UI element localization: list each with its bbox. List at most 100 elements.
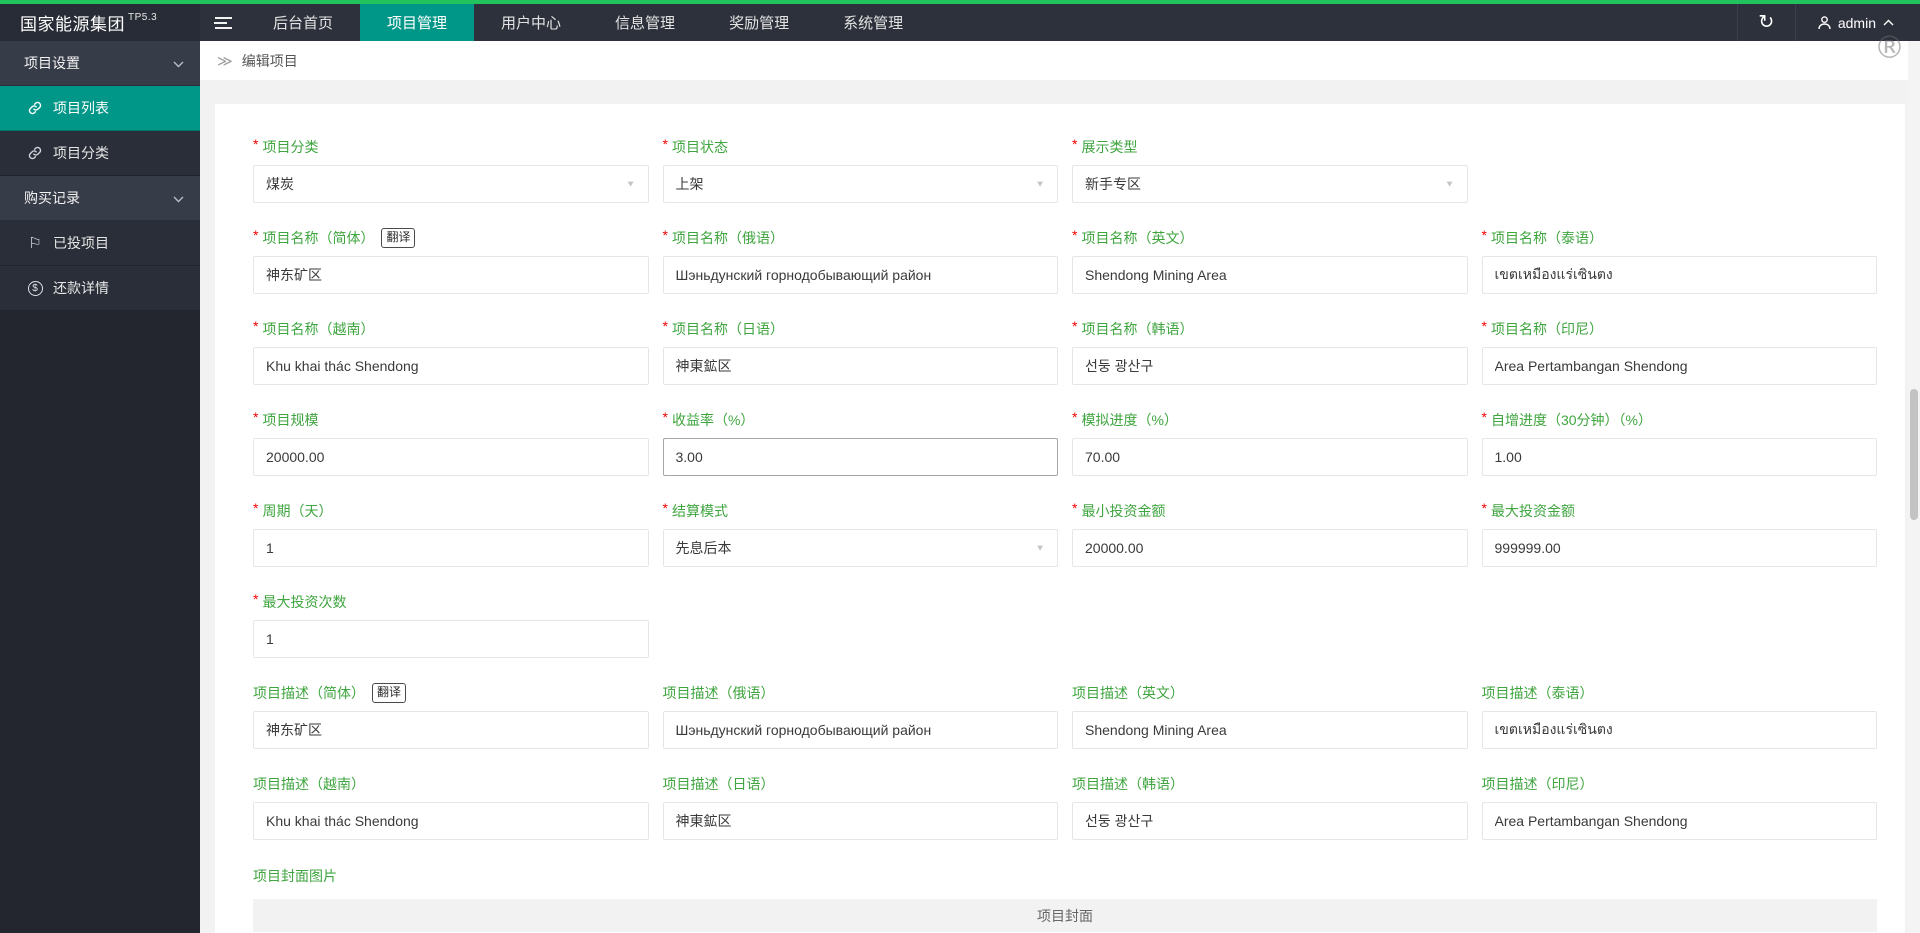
form-field: 项目描述（日语） — [662, 775, 1058, 840]
sidebar-item-label: 还款详情 — [53, 280, 109, 296]
main-content: ≫ 编辑项目 * 项目分类 煤炭 ▼ * 项目状态 上架 ▼ * 展示类型 新手专区 ▼ * 项目名称（简… — [200, 41, 1920, 933]
field-label-text: 项目名称（越南） — [262, 321, 375, 337]
required-asterisk: * — [253, 591, 259, 607]
nav-item-home[interactable]: 后台首页 — [246, 4, 360, 41]
project-category-select[interactable]: 煤炭 ▼ — [253, 165, 649, 203]
edit-project-form: *项目分类煤炭▼*项目状态上架▼*展示类型新手专区▼*项目名称（简体）翻译*项目… — [253, 136, 1878, 840]
sidebar-group-purchase-records[interactable]: 购买记录 — [0, 176, 200, 221]
form-field: * 项目名称（简体） 翻译 — [253, 227, 649, 294]
scrollbar-thumb[interactable] — [1910, 389, 1918, 520]
form-field: * 最大投资金额 — [1481, 500, 1878, 567]
project-name-id-input[interactable] — [1481, 347, 1877, 385]
field-label: * 最小投资金额 — [1072, 500, 1468, 520]
form-field: * 项目名称（印尼） — [1481, 318, 1877, 385]
chevron-down-icon — [173, 55, 184, 71]
translate-button[interactable]: 翻译 — [381, 228, 416, 248]
project-desc-en-input[interactable] — [1072, 711, 1468, 749]
field-label-text: 项目名称（日语） — [671, 321, 784, 337]
sidebar-item-project-category[interactable]: 项目分类 — [0, 131, 200, 176]
max-invest-amount-input[interactable] — [1481, 529, 1877, 567]
app-logo-text: 国家能源集团 — [20, 15, 125, 34]
app-logo: 国家能源集团 TP5.3 — [0, 4, 200, 41]
project-desc-th-input[interactable] — [1481, 711, 1877, 749]
form-field: * 结算模式 先息后本 ▼ — [662, 500, 1058, 567]
project-name-th-input[interactable] — [1481, 256, 1877, 294]
form-field: 项目描述（简体） 翻译 — [253, 683, 649, 749]
sidebar-item-project-list[interactable]: 项目列表 — [0, 86, 200, 131]
sim-progress-input[interactable] — [1072, 438, 1468, 476]
project-name-zh-input[interactable] — [253, 256, 649, 294]
menu-toggle-icon[interactable] — [200, 4, 246, 41]
nav-item-user-center[interactable]: 用户中心 — [474, 4, 588, 41]
project-name-ja-input[interactable] — [662, 347, 1058, 385]
breadcrumb: ≫ 编辑项目 — [200, 41, 1920, 80]
form-field: 项目描述（泰语） — [1481, 684, 1877, 749]
max-invest-times-input[interactable] — [253, 620, 649, 658]
nav-item-project-management[interactable]: 项目管理 — [360, 4, 475, 41]
field-label-text: 展示类型 — [1081, 139, 1138, 155]
select-value: 新手专区 — [1085, 176, 1141, 192]
required-asterisk: * — [662, 409, 668, 425]
settlement-mode-select[interactable]: 先息后本 ▼ — [662, 529, 1058, 567]
select-value: 先息后本 — [675, 540, 732, 556]
project-desc-ko-input[interactable] — [1072, 802, 1468, 840]
sidebar-item-repayment-details[interactable]: $ 还款详情 — [0, 266, 200, 311]
project-desc-zh-input[interactable] — [253, 711, 649, 749]
project-desc-vi-input[interactable] — [253, 802, 649, 840]
project-scale-input[interactable] — [253, 438, 649, 476]
yield-rate-input[interactable] — [662, 438, 1058, 476]
nav-item-system-management[interactable]: 系统管理 — [816, 4, 930, 41]
form-field: * 项目名称（英文） — [1072, 227, 1468, 294]
field-label-text: 项目描述（印尼） — [1481, 776, 1594, 792]
sidebar-group-project-settings[interactable]: 项目设置 — [0, 41, 200, 86]
project-status-select[interactable]: 上架 ▼ — [662, 165, 1058, 203]
double-chevron-icon: ≫ — [217, 52, 233, 70]
required-asterisk: * — [662, 318, 668, 334]
form-field: * 项目名称（韩语） — [1072, 318, 1468, 385]
project-name-en-input[interactable] — [1072, 256, 1468, 294]
form-row: *项目名称（越南）*项目名称（日语）*项目名称（韩语）*项目名称（印尼） — [253, 318, 1877, 385]
link-icon — [27, 146, 43, 160]
select-value: 煤炭 — [266, 176, 294, 192]
field-label: * 收益率（%） — [662, 409, 1059, 429]
field-label: * 最大投资金额 — [1482, 500, 1878, 520]
field-label: 项目描述（简体） 翻译 — [253, 683, 649, 703]
field-label: * 项目规模 — [253, 409, 649, 429]
field-label-text: 项目名称（泰语） — [1490, 230, 1603, 246]
sidebar-item-invested-projects[interactable]: ⚐ 已投项目 — [0, 221, 200, 266]
project-name-ru-input[interactable] — [662, 256, 1058, 294]
project-name-vi-input[interactable] — [253, 347, 649, 385]
user-icon — [1818, 15, 1831, 30]
min-invest-amount-input[interactable] — [1072, 529, 1468, 567]
required-asterisk: * — [1072, 227, 1078, 243]
select-arrow-icon: ▼ — [1035, 543, 1045, 553]
nav-item-info-management[interactable]: 信息管理 — [588, 4, 702, 41]
display-type-select[interactable]: 新手专区 ▼ — [1072, 165, 1468, 203]
top-navbar: 国家能源集团 TP5.3 后台首页 项目管理 用户中心 信息管理 奖励管理 系统… — [0, 0, 1920, 41]
field-label-text: 收益率（%） — [671, 412, 755, 428]
field-label: * 项目状态 — [663, 136, 1059, 156]
field-label-text: 项目描述（越南） — [253, 776, 365, 792]
required-asterisk: * — [253, 409, 259, 425]
field-label: * 项目名称（越南） — [253, 318, 649, 338]
project-desc-ru-input[interactable] — [662, 711, 1058, 749]
vertical-scrollbar[interactable] — [1908, 41, 1920, 933]
cover-section: 项目封面图片 项目封面 — [253, 866, 1877, 933]
auto-progress-input[interactable] — [1481, 438, 1877, 476]
project-desc-ja-input[interactable] — [662, 802, 1058, 840]
project-name-ko-input[interactable] — [1072, 347, 1468, 385]
edit-project-card: *项目分类煤炭▼*项目状态上架▼*展示类型新手专区▼*项目名称（简体）翻译*项目… — [215, 104, 1905, 933]
field-label-text: 项目名称（印尼） — [1490, 321, 1603, 337]
cycle-days-input[interactable] — [253, 529, 649, 567]
nav-item-reward-management[interactable]: 奖励管理 — [702, 4, 816, 41]
field-label: * 项目名称（简体） 翻译 — [253, 227, 649, 248]
field-label-text: 自增进度（30分钟）（%） — [1490, 412, 1652, 428]
project-desc-id-input[interactable] — [1481, 802, 1877, 840]
form-row: *项目规模*收益率（%）*模拟进度（%）*自增进度（30分钟）（%） — [253, 409, 1877, 476]
translate-button[interactable]: 翻译 — [372, 683, 407, 703]
required-asterisk: * — [253, 500, 259, 516]
field-label-text: 项目描述（韩语） — [1072, 776, 1184, 792]
refresh-icon[interactable]: ↻ — [1736, 4, 1795, 41]
required-asterisk: * — [1072, 409, 1078, 425]
required-asterisk: * — [253, 318, 259, 334]
